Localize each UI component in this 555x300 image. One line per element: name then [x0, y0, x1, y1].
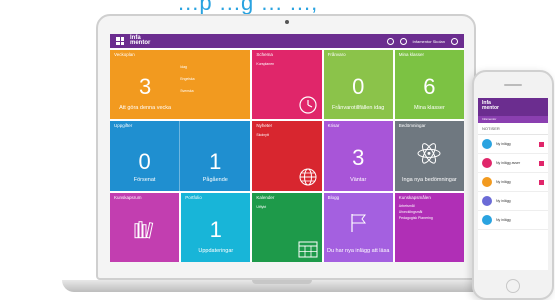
- tile-grid: Veckoplan 3 Att göra denna vecka Idag En…: [110, 50, 464, 262]
- tile-half-late: 0 Försenat: [110, 121, 181, 191]
- clock-icon: [298, 96, 317, 114]
- tile-subtitle: Du har nya inlägg att läsa: [327, 248, 390, 254]
- flag-icon: [351, 214, 367, 233]
- tile-number: 6: [423, 74, 436, 99]
- tile-veckoplan[interactable]: Veckoplan 3 Att göra denna vecka Idag En…: [110, 50, 251, 120]
- tile-subtitle: Frånvarotillfällen idag: [332, 105, 385, 112]
- list-item-tag: [539, 141, 544, 147]
- tile-title: Nyheter: [256, 123, 273, 129]
- tile-schema[interactable]: Schema Kursplanen: [252, 50, 322, 120]
- tile-number: 3: [352, 145, 365, 171]
- phone-subbar: Infamentor: [478, 116, 548, 123]
- tile-title: Schema: [256, 52, 273, 57]
- phone-list-item[interactable]: Ny inlägg: [478, 173, 548, 192]
- tile-kunskapsrum[interactable]: Kunskapsrum: [110, 192, 180, 262]
- tile-subtitle: Väntar: [350, 176, 367, 183]
- tile-nyheter[interactable]: Nyheter Skolnytt: [252, 121, 322, 191]
- laptop-notch: [252, 280, 312, 284]
- notification-icon[interactable]: [386, 37, 394, 45]
- help-icon[interactable]: [399, 37, 407, 45]
- phone-list-item[interactable]: Ny inlägg: [478, 192, 548, 211]
- phone-screen: Infa mentor Infamentor NOTISER Ny inlägg…: [478, 98, 548, 270]
- tile-kalender[interactable]: Kalender Utflykt: [252, 192, 322, 262]
- tile-title: Kunskapsmålen: [398, 194, 431, 200]
- tile-goal-list: Arbetsmål Utvecklingsmål Pedagogisk Plan…: [398, 203, 433, 220]
- user-name[interactable]: Infamentor Skolan: [413, 39, 445, 44]
- settings-icon[interactable]: [451, 37, 458, 45]
- list-item-icon: [482, 177, 492, 187]
- tile-portfolio[interactable]: Portfolio 1 Uppdateringar: [181, 192, 251, 262]
- tile-note-list: Idag Engelska Svenska: [180, 65, 195, 93]
- tile-number: 0: [352, 74, 365, 99]
- app-bar: Infa mentor Infamentor Skolan: [110, 34, 464, 48]
- tile-kunskapsmalen[interactable]: Kunskapsmålen Arbetsmål Utvecklingsmål P…: [394, 192, 464, 262]
- calendar-icon: [298, 241, 318, 258]
- tile-title: Frånvaro: [327, 52, 346, 57]
- tile-number: 3: [138, 74, 152, 99]
- tile-subtitle: Att göra denna vecka: [119, 105, 172, 112]
- phone-list-item[interactable]: Ny inlägg: [478, 135, 548, 154]
- tile-number: 1: [209, 149, 222, 175]
- phone-list-item[interactable]: Ny inlägg: [478, 211, 548, 230]
- globe-icon: [299, 168, 317, 186]
- tile-subtitle: Inga nya bedömningar: [402, 176, 457, 183]
- phone-section-head: NOTISER: [478, 123, 548, 135]
- tile-uppgifter[interactable]: Uppgifter 0 Försenat 1 Pågående: [110, 121, 251, 191]
- tile-note: Skolnytt: [256, 133, 269, 138]
- appbar-right: Infamentor Skolan: [386, 37, 458, 45]
- tile-mina-klasser[interactable]: Mina klasser 6 Mina klasser: [394, 50, 464, 120]
- list-item-icon: [482, 158, 492, 168]
- tile-title: Blogg: [327, 194, 340, 200]
- stage: ...p ...g ... ..., Infa mentor Infamento…: [0, 0, 555, 300]
- phone-list-item[interactable]: Ny inlägg avser: [478, 154, 548, 173]
- phone-home-button[interactable]: [506, 279, 520, 293]
- list-item-icon: [482, 139, 492, 149]
- tile-title: Bedömningar: [398, 123, 426, 129]
- tile-title: Kalender: [256, 194, 275, 200]
- tile-franvaro[interactable]: Frånvaro 0 Frånvarotillfällen idag: [323, 50, 393, 120]
- apps-grid-icon[interactable]: [116, 37, 124, 45]
- tile-note: Kursplanen: [256, 62, 275, 66]
- camera-icon: [285, 20, 289, 24]
- list-item-icon: [482, 215, 492, 225]
- tile-number: 0: [138, 149, 151, 175]
- tile-half-ongoing: 1 Pågående: [180, 121, 250, 190]
- tile-bedomningar[interactable]: Bedömningar Inga nya bedömningar: [394, 121, 464, 191]
- list-item-tag: [539, 179, 544, 185]
- books-icon: [134, 221, 153, 239]
- tile-subtitle: Uppdateringar: [198, 248, 234, 254]
- tile-title: Mina klasser: [398, 52, 425, 57]
- list-item-icon: [482, 196, 492, 206]
- laptop-screen: Infa mentor Infamentor Skolan Veckoplan …: [110, 34, 464, 262]
- tile-note: Utflykt: [256, 204, 267, 209]
- tile-subtitle: Försenat: [133, 176, 156, 183]
- phone-speaker: [504, 84, 522, 86]
- tile-title: Krisar: [327, 123, 340, 129]
- tile-subtitle: Pågående: [202, 176, 228, 183]
- infamentor-logo: Infa mentor: [130, 35, 151, 46]
- tile-title: Kunskapsrum: [114, 194, 142, 200]
- atom-icon: [417, 143, 441, 164]
- phone-app-bar: Infa mentor: [478, 98, 548, 116]
- list-item-tag: [539, 160, 544, 166]
- tile-number: 1: [209, 216, 222, 242]
- tile-krisar[interactable]: Krisar 3 Väntar: [323, 121, 393, 191]
- tile-subtitle: Mina klasser: [413, 105, 445, 112]
- tile-title: Portfolio: [185, 194, 202, 200]
- tile-blogg[interactable]: Blogg Du har nya inlägg att läsa: [323, 192, 393, 262]
